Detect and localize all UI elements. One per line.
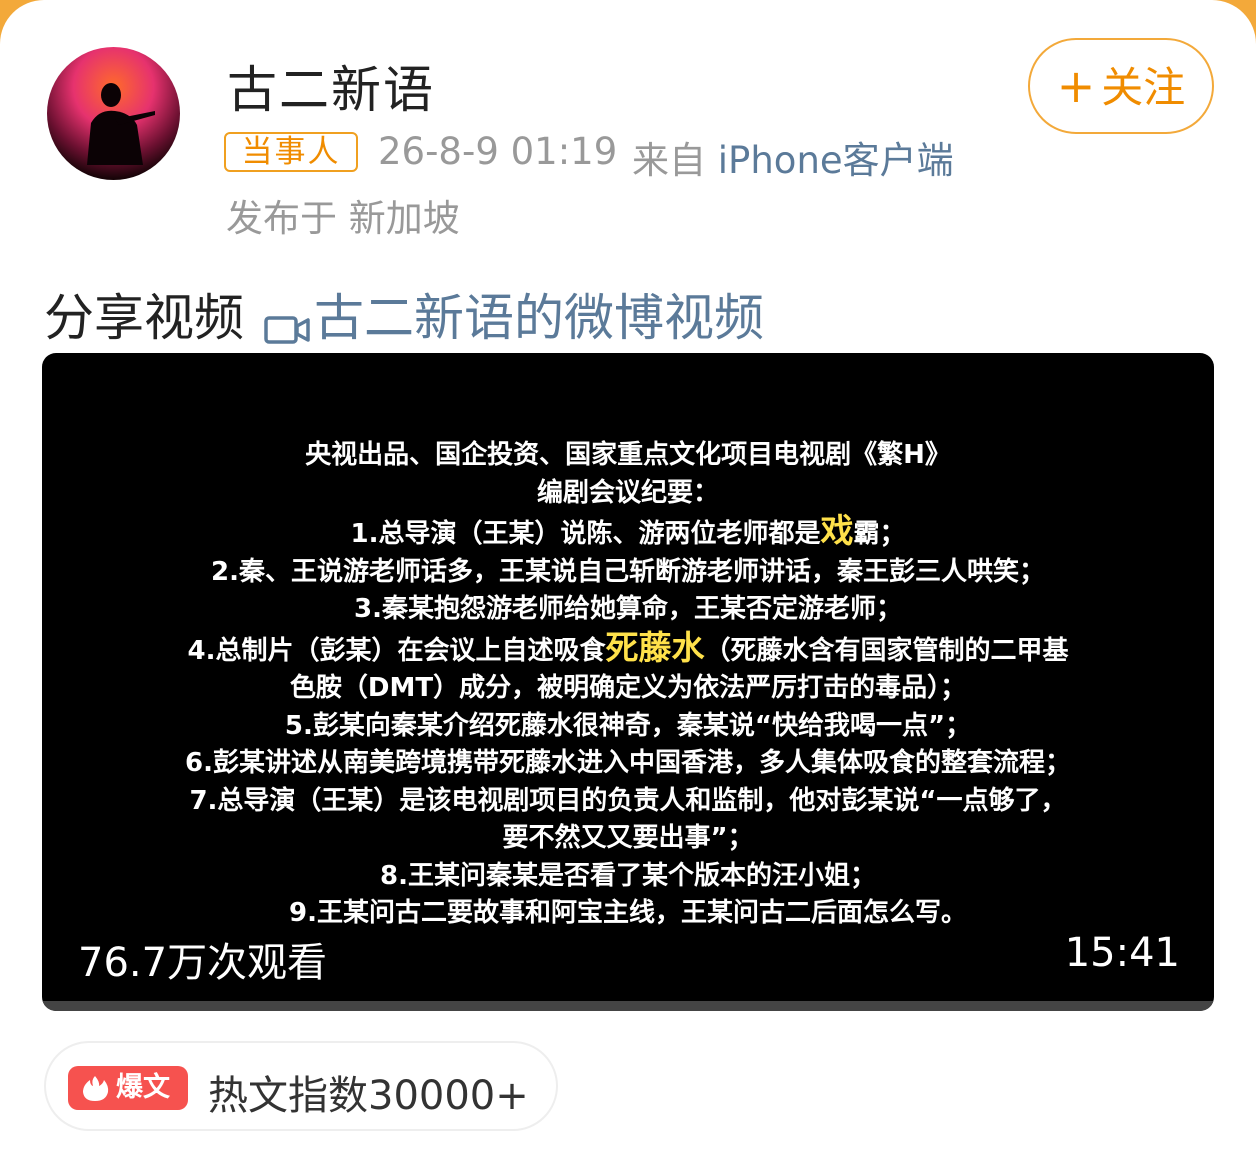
hot-index-pill[interactable]: 爆文 热文指数30000+ xyxy=(44,1041,558,1131)
video-caption: 央视出品、国企投资、国家重点文化项目电视剧《繁H》 编剧会议纪要： 1.总导演（… xyxy=(42,437,1214,933)
plus-icon: + xyxy=(1056,59,1096,113)
view-count: 76.7万次观看 xyxy=(78,940,328,986)
source-client: iPhone客户端 xyxy=(717,139,954,182)
avatar[interactable] xyxy=(47,47,180,180)
share-prefix: 分享视频 xyxy=(44,289,244,347)
hot-index-text: 热文指数30000+ xyxy=(208,1073,529,1119)
hot-badge: 爆文 xyxy=(68,1066,188,1110)
fire-icon xyxy=(83,1076,109,1101)
caption-line: 要不然又又要出事”； xyxy=(502,823,754,853)
follow-label: 关注 xyxy=(1101,63,1186,112)
caption-line: 色胺（DMT）成分，被明确定义为依法严厉打击的毒品）； xyxy=(289,673,967,703)
caption-line: 央视出品、国企投资、国家重点文化项目电视剧《繁H》 xyxy=(305,440,951,470)
caption-highlight: 戏 xyxy=(820,511,854,550)
post-time: 26-8-9 01:19 xyxy=(378,130,618,173)
caption-line: 2.秦、王说游老师话多，王某说自己斩断游老师讲话，秦王彭三人哄笑； xyxy=(211,556,1045,587)
username[interactable]: 古二新语 xyxy=(227,50,435,122)
hot-badge-label: 爆文 xyxy=(116,1072,170,1103)
post-location: 发布于 新加坡 xyxy=(226,197,460,240)
source-prefix: 来自 xyxy=(632,139,706,182)
post-text: 分享视频 古二新语的微博视频 xyxy=(44,278,764,350)
video-camera-icon xyxy=(264,301,310,344)
role-badge: 当事人 xyxy=(224,132,358,172)
video-duration: 15:41 xyxy=(1064,930,1180,976)
caption-line: 4.总制片（彭某）在会议上自述吸食死藤水（死藤水含有国家管制的二甲基 xyxy=(187,627,1069,667)
avatar-figure xyxy=(87,83,155,165)
caption-line: 3.秦某抱怨游老师给她算命，王某否定游老师； xyxy=(354,594,902,624)
post-card: 古二新语 当事人 26-8-9 01:19 来自 iPhone客户端 发布于 新… xyxy=(0,0,1256,1176)
video-link-label: 古二新语的微博视频 xyxy=(314,289,764,347)
caption-line: 7.总导演（王某）是该电视剧项目的负责人和监制，他对彭某说“一点够了， xyxy=(189,785,1067,816)
caption-line: 8.王某问秦某是否看了某个版本的汪小姐； xyxy=(380,860,876,891)
caption-line: 5.彭某向秦某介绍死藤水很神奇，秦某说“快给我喝一点”； xyxy=(284,710,972,741)
follow-button[interactable]: + 关注 xyxy=(1028,38,1214,134)
video-player[interactable]: 央视出品、国企投资、国家重点文化项目电视剧《繁H》 编剧会议纪要： 1.总导演（… xyxy=(42,353,1214,1011)
video-progress-track xyxy=(42,1001,1214,1011)
caption-line: 1.总导演（王某）说陈、游两位老师都是戏霸； xyxy=(350,511,906,550)
caption-line: 9.王某问古二要故事和阿宝主线，王某问古二后面怎么写。 xyxy=(289,898,967,928)
post-source: 来自 iPhone客户端 xyxy=(632,130,954,184)
caption-highlight: 死藤水 xyxy=(605,627,705,667)
caption-line: 6.彭某讲述从南美跨境携带死藤水进入中国香港，多人集体吸食的整套流程； xyxy=(185,748,1071,778)
video-link[interactable]: 古二新语的微博视频 xyxy=(244,289,764,347)
caption-line: 编剧会议纪要： xyxy=(536,477,719,508)
